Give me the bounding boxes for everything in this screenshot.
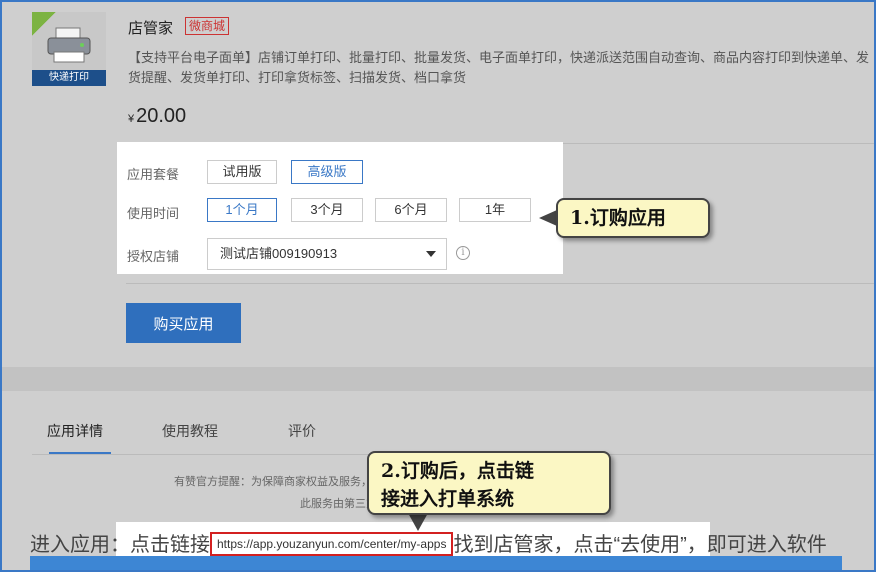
callout-step-2: 2.订购后，点击链 接进入打单系统	[367, 451, 611, 515]
product-price: ¥20.00	[128, 105, 186, 128]
image-strip	[30, 556, 842, 570]
chevron-down-icon	[426, 251, 436, 257]
tab-reviews[interactable]: 评价	[288, 421, 316, 441]
info-icon[interactable]: i	[456, 246, 470, 260]
callout-line-2: 接进入打单系统	[381, 488, 515, 510]
product-tag: 微商城	[185, 17, 230, 35]
product-thumbnail[interactable]: 快递打印	[32, 12, 106, 86]
currency-symbol: ¥	[128, 113, 135, 125]
package-label: 应用套餐	[127, 167, 180, 182]
duration-6-month-button[interactable]: 6个月	[375, 198, 447, 222]
callout-line-1: 2.订购后，点击链	[381, 460, 534, 482]
tab-app-details[interactable]: 应用详情	[47, 421, 103, 441]
package-trial-button[interactable]: 试用版	[207, 160, 277, 184]
printer-icon	[47, 27, 91, 63]
my-apps-link[interactable]: https://app.youzanyun.com/center/my-apps	[210, 531, 454, 556]
duration-1-month-button[interactable]: 1个月	[207, 198, 277, 222]
store-select[interactable]: 测试店铺009190913	[207, 238, 447, 270]
divider	[126, 283, 874, 284]
instruction-prefix: 进入应用：点击链接	[30, 534, 210, 556]
callout-pointer	[539, 210, 557, 226]
purchase-options: 应用套餐 试用版 高级版 使用时间 1个月 3个月 6个月 1年 授权店铺 测试…	[117, 142, 563, 274]
product-description: 【支持平台电子面单】店铺订单打印、批量打印、批量发货、电子面单打印，快递派送范围…	[128, 50, 870, 85]
section-separator	[2, 367, 874, 391]
tab-tutorial[interactable]: 使用教程	[162, 421, 218, 441]
thumbnail-label: 快递打印	[32, 70, 106, 86]
callout-pointer	[408, 513, 428, 531]
instruction-text: 进入应用：点击链接 https://app.youzanyun.com/cente…	[30, 528, 827, 558]
package-advanced-button[interactable]: 高级版	[291, 160, 363, 184]
duration-label: 使用时间	[127, 206, 180, 221]
duration-3-month-button[interactable]: 3个月	[291, 198, 363, 222]
price-value: 20.00	[136, 105, 187, 127]
buy-app-button[interactable]: 购买应用	[126, 303, 241, 343]
store-label: 授权店铺	[127, 249, 180, 264]
store-select-value: 测试店铺009190913	[220, 246, 338, 261]
duration-1-year-button[interactable]: 1年	[459, 198, 531, 222]
product-name: 店管家	[128, 20, 174, 37]
instruction-suffix: 找到店管家，点击“去使用”，即可进入软件	[453, 534, 827, 556]
callout-step-1: 1.订购应用	[556, 198, 710, 238]
